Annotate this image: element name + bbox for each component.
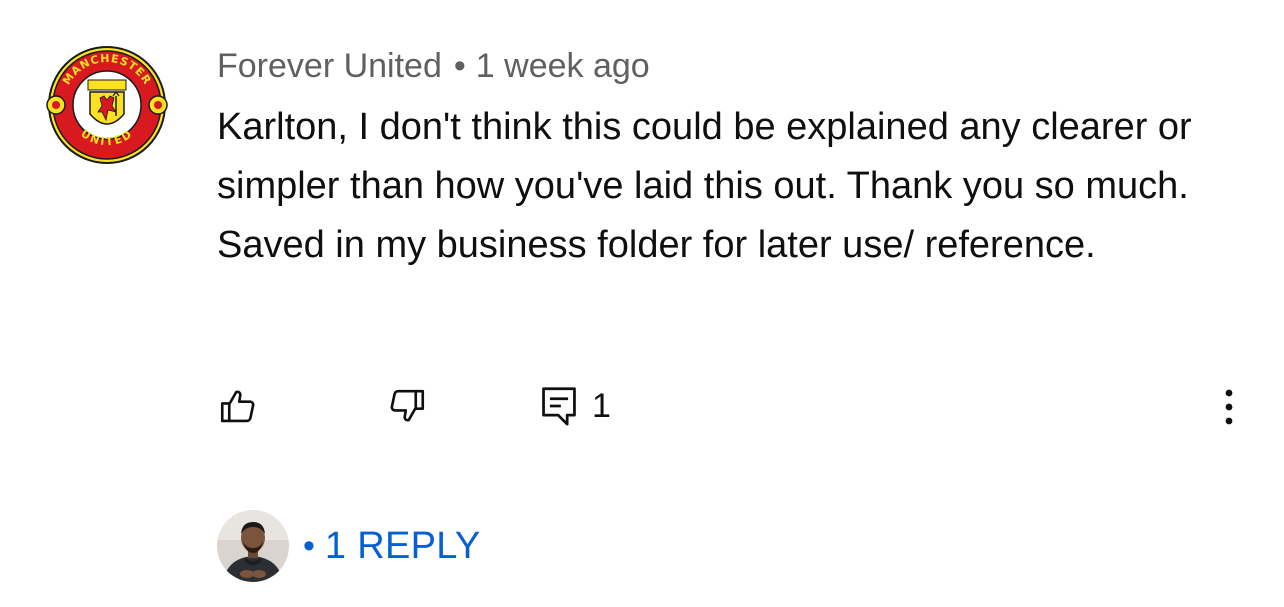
comment-text: Karlton, I don't think this could be exp… bbox=[217, 106, 1192, 266]
author-name[interactable]: Forever United bbox=[217, 47, 442, 85]
comment-icon bbox=[542, 387, 576, 426]
like-button[interactable] bbox=[216, 384, 260, 428]
person-avatar-icon bbox=[217, 510, 289, 582]
thumbs-down-icon bbox=[390, 389, 425, 422]
reply-button[interactable] bbox=[537, 384, 581, 428]
replies-count-label[interactable]: 1 REPLY bbox=[325, 525, 481, 568]
dislike-button[interactable] bbox=[385, 384, 429, 428]
comment-header: Forever United • 1 week ago bbox=[217, 44, 650, 88]
comment-action-bar: 1 bbox=[0, 370, 1284, 440]
replies-dot: • bbox=[303, 526, 315, 565]
comment-thread: MANCHESTER UNITED Forever United • 1 week … bbox=[0, 0, 1284, 607]
comment-timestamp[interactable]: 1 week ago bbox=[476, 47, 650, 85]
more-vertical-icon bbox=[1225, 389, 1233, 425]
more-options-button[interactable] bbox=[1209, 382, 1249, 432]
reply-count: 1 bbox=[592, 387, 611, 425]
view-replies-link[interactable]: • 1 REPLY bbox=[217, 508, 481, 584]
header-separator: • bbox=[453, 47, 466, 85]
author-avatar[interactable]: MANCHESTER UNITED bbox=[44, 42, 170, 168]
thumbs-up-icon bbox=[220, 390, 255, 423]
replier-avatar bbox=[217, 510, 289, 582]
manchester-united-crest-icon: MANCHESTER UNITED bbox=[46, 46, 168, 164]
